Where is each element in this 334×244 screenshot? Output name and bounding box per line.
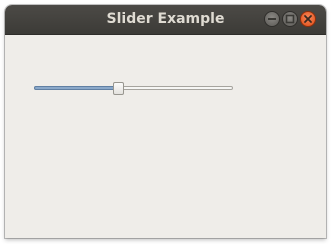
minimize-button[interactable] [264,11,280,27]
minimize-icon [268,18,276,20]
title-bar[interactable]: Slider Example [5,5,326,35]
maximize-icon [285,14,295,24]
slider-fill [34,86,119,90]
app-window: Slider Example [5,5,326,238]
slider-handle[interactable] [113,82,124,95]
horizontal-slider[interactable] [34,82,234,96]
close-icon [304,15,312,23]
maximize-button[interactable] [282,11,298,27]
close-button[interactable] [300,11,316,27]
